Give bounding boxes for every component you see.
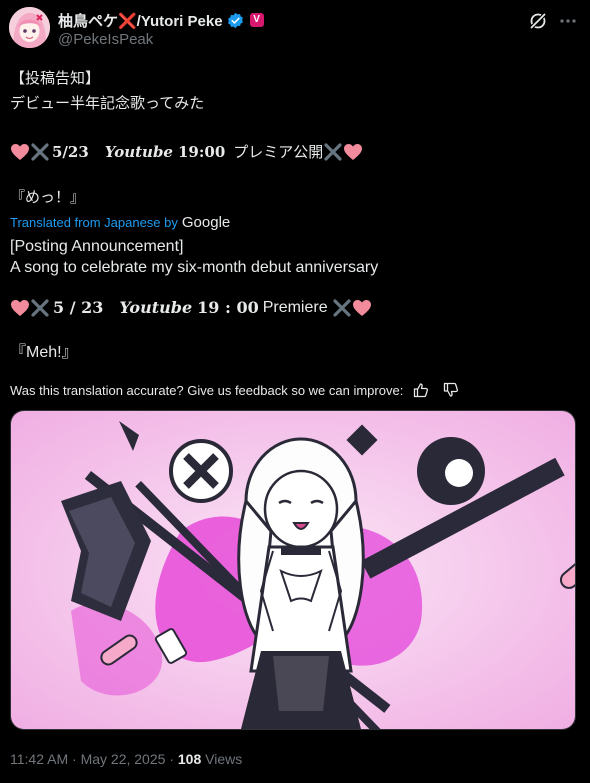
- affiliate-badge[interactable]: V: [249, 13, 264, 27]
- translation-feedback-row: Was this translation accurate? Give us f…: [10, 382, 459, 398]
- translation-premiere-line: 5 / 23 Youtube 19 : 00 Premiere: [10, 298, 372, 317]
- translation-time: 19 : 00: [197, 298, 259, 317]
- avatar[interactable]: [9, 7, 50, 48]
- translation-premiere: Premiere: [262, 298, 328, 316]
- tweet-time[interactable]: 11:42 AM: [10, 751, 68, 767]
- google-logo-text: Google: [181, 214, 231, 231]
- cross-icon: [31, 298, 49, 317]
- tweet-date[interactable]: May 22, 2025: [81, 751, 166, 767]
- thumbs-down-icon[interactable]: [443, 382, 459, 398]
- author-name-row: 柚鳥ペケ❌/Yutori Peke V: [58, 10, 264, 30]
- views-count: 108: [177, 751, 202, 767]
- translated-by-label: Translated from Japanese by: [10, 215, 178, 230]
- more-icon[interactable]: [558, 11, 578, 31]
- heart-icon: [11, 299, 29, 316]
- feedback-prompt: Was this translation accurate? Give us f…: [10, 382, 404, 398]
- cross-icon: [324, 142, 342, 161]
- heart-icon: [344, 143, 363, 160]
- translated-by-row[interactable]: Translated from Japanese by Google: [10, 214, 230, 231]
- thumbs-up-icon[interactable]: [413, 382, 429, 398]
- grok-icon[interactable]: [528, 11, 548, 31]
- translation-date: 5 / 23: [53, 298, 104, 317]
- heart-icon: [11, 143, 29, 160]
- translation-youtube-word: Youtube: [119, 298, 193, 317]
- tweet-premiere-line: 5/23 Youtube 19:00 プレミア公開: [10, 141, 363, 162]
- verified-badge-icon: [227, 12, 243, 28]
- tweet-line-1: 【投稿告知】: [10, 70, 101, 87]
- tweet-time: 19:00: [177, 142, 226, 161]
- translation-song-title: 『Meh!』: [10, 344, 78, 361]
- tweet-media-image[interactable]: [10, 410, 576, 730]
- tweet-date: 5/23: [52, 142, 89, 161]
- author-handle[interactable]: @PekeIsPeak: [58, 31, 153, 48]
- views-label: Views: [205, 751, 243, 767]
- translation-line-2: A song to celebrate my six-month debut a…: [10, 259, 379, 276]
- cross-icon: [333, 298, 351, 317]
- heart-icon: [352, 299, 371, 316]
- cross-icon: [31, 142, 49, 161]
- tweet-line-2: デビュー半年記念歌ってみた: [10, 95, 205, 112]
- tweet-premiere: プレミア公開: [233, 144, 324, 161]
- tweet-meta: 11:42 AM · May 22, 2025 · 108 Views: [10, 751, 243, 767]
- tweet-song-title: 『めっ！』: [10, 189, 86, 206]
- author-display-name[interactable]: 柚鳥ペケ❌/Yutori Peke: [58, 10, 223, 31]
- translation-line-1: [Posting Announcement]: [10, 238, 184, 255]
- tweet-youtube-word: Youtube: [104, 142, 173, 161]
